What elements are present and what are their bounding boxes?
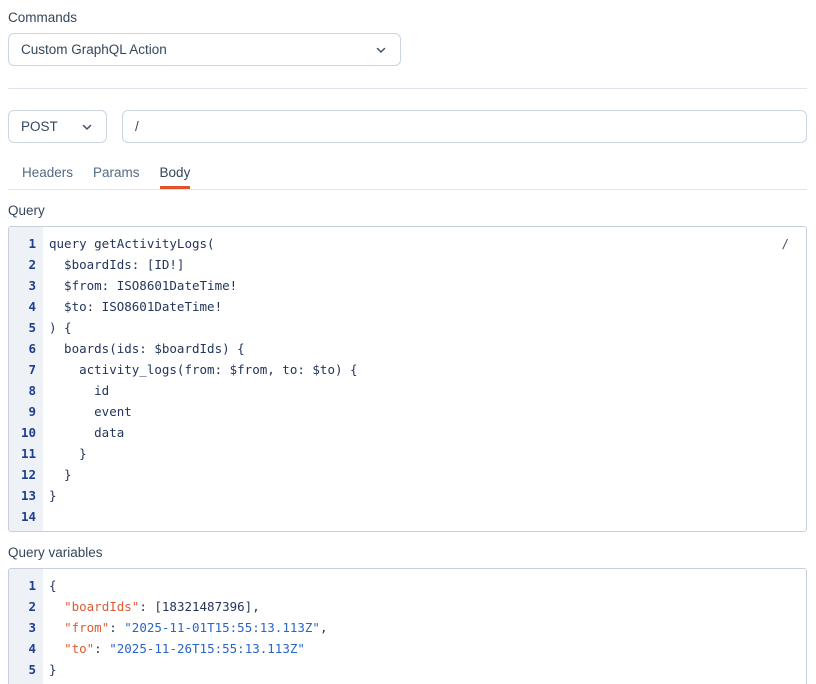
line-number: 1 xyxy=(9,233,43,254)
code-content: } xyxy=(43,443,87,464)
code-line: 12 } xyxy=(9,464,806,485)
code-content: ) { xyxy=(43,317,72,338)
tab-params[interactable]: Params xyxy=(93,160,140,189)
code-line: 6 boards(ids: $boardIds) { xyxy=(9,338,806,359)
line-number: 12 xyxy=(9,464,43,485)
code-content: $boardIds: [ID!] xyxy=(43,254,184,275)
line-number: 3 xyxy=(9,275,43,296)
code-content: $to: ISO8601DateTime! xyxy=(43,296,222,317)
code-content: data xyxy=(43,422,124,443)
chevron-down-icon xyxy=(80,120,94,134)
url-input[interactable] xyxy=(122,110,807,143)
line-number: 10 xyxy=(9,422,43,443)
request-builder-panel: Commands Custom GraphQL Action POST Head… xyxy=(0,0,816,684)
section-divider xyxy=(8,88,807,89)
line-number: 2 xyxy=(9,596,43,617)
code-content: "from": "2025-11-01T15:55:13.113Z", xyxy=(43,617,327,638)
query-variables-editor[interactable]: 1{2 "boardIds": [18321487396],3 "from": … xyxy=(8,568,807,684)
code-line: 13} xyxy=(9,485,806,506)
code-line: 4 "to": "2025-11-26T15:55:13.113Z" xyxy=(9,638,806,659)
line-number: 5 xyxy=(9,659,43,680)
code-content: { xyxy=(43,575,57,596)
code-line: 11 } xyxy=(9,443,806,464)
code-line: 8 id xyxy=(9,380,806,401)
code-content: boards(ids: $boardIds) { xyxy=(43,338,245,359)
line-number: 13 xyxy=(9,485,43,506)
code-content: id xyxy=(43,380,109,401)
line-number: 2 xyxy=(9,254,43,275)
line-number: 11 xyxy=(9,443,43,464)
line-number: 1 xyxy=(9,575,43,596)
method-select-value: POST xyxy=(21,119,80,134)
code-line: 2 $boardIds: [ID!] xyxy=(9,254,806,275)
commands-select-value: Custom GraphQL Action xyxy=(21,42,374,57)
code-content: activity_logs(from: $from, to: $to) { xyxy=(43,359,358,380)
code-content: } xyxy=(43,464,72,485)
line-number: 7 xyxy=(9,359,43,380)
code-content: "boardIds": [18321487396], xyxy=(43,596,260,617)
code-line: 7 activity_logs(from: $from, to: $to) { xyxy=(9,359,806,380)
commands-label: Commands xyxy=(8,10,807,26)
code-line: 3 "from": "2025-11-01T15:55:13.113Z", xyxy=(9,617,806,638)
line-number: 14 xyxy=(9,506,43,527)
request-tabs: Headers Params Body xyxy=(8,160,807,190)
code-line: 3 $from: ISO8601DateTime! xyxy=(9,275,806,296)
code-line: 9 event xyxy=(9,401,806,422)
code-content: } xyxy=(43,659,57,680)
query-label: Query xyxy=(8,203,807,219)
code-line: 1query getActivityLogs( xyxy=(9,233,806,254)
line-number: 3 xyxy=(9,617,43,638)
code-content xyxy=(43,506,49,527)
chevron-down-icon xyxy=(374,43,388,57)
code-content: "to": "2025-11-26T15:55:13.113Z" xyxy=(43,638,305,659)
code-content: query getActivityLogs( xyxy=(43,233,215,254)
line-number: 5 xyxy=(9,317,43,338)
code-line: 2 "boardIds": [18321487396], xyxy=(9,596,806,617)
commands-select[interactable]: Custom GraphQL Action xyxy=(8,33,401,66)
query-variables-label: Query variables xyxy=(8,545,807,561)
code-content: } xyxy=(43,485,57,506)
method-select[interactable]: POST xyxy=(8,110,107,143)
line-number: 8 xyxy=(9,380,43,401)
code-line: 5) { xyxy=(9,317,806,338)
line-number: 4 xyxy=(9,638,43,659)
code-line: 4 $to: ISO8601DateTime! xyxy=(9,296,806,317)
tab-headers[interactable]: Headers xyxy=(22,160,73,189)
code-line: 14 xyxy=(9,506,806,527)
code-line: 10 data xyxy=(9,422,806,443)
code-line: 5} xyxy=(9,659,806,680)
query-code-editor[interactable]: / 1query getActivityLogs(2 $boardIds: [I… xyxy=(8,226,807,532)
tab-body[interactable]: Body xyxy=(160,160,191,189)
code-content: event xyxy=(43,401,132,422)
line-number: 6 xyxy=(9,338,43,359)
line-number: 9 xyxy=(9,401,43,422)
method-url-row: POST xyxy=(8,110,807,143)
code-content: $from: ISO8601DateTime! xyxy=(43,275,237,296)
line-number: 4 xyxy=(9,296,43,317)
code-line: 1{ xyxy=(9,575,806,596)
